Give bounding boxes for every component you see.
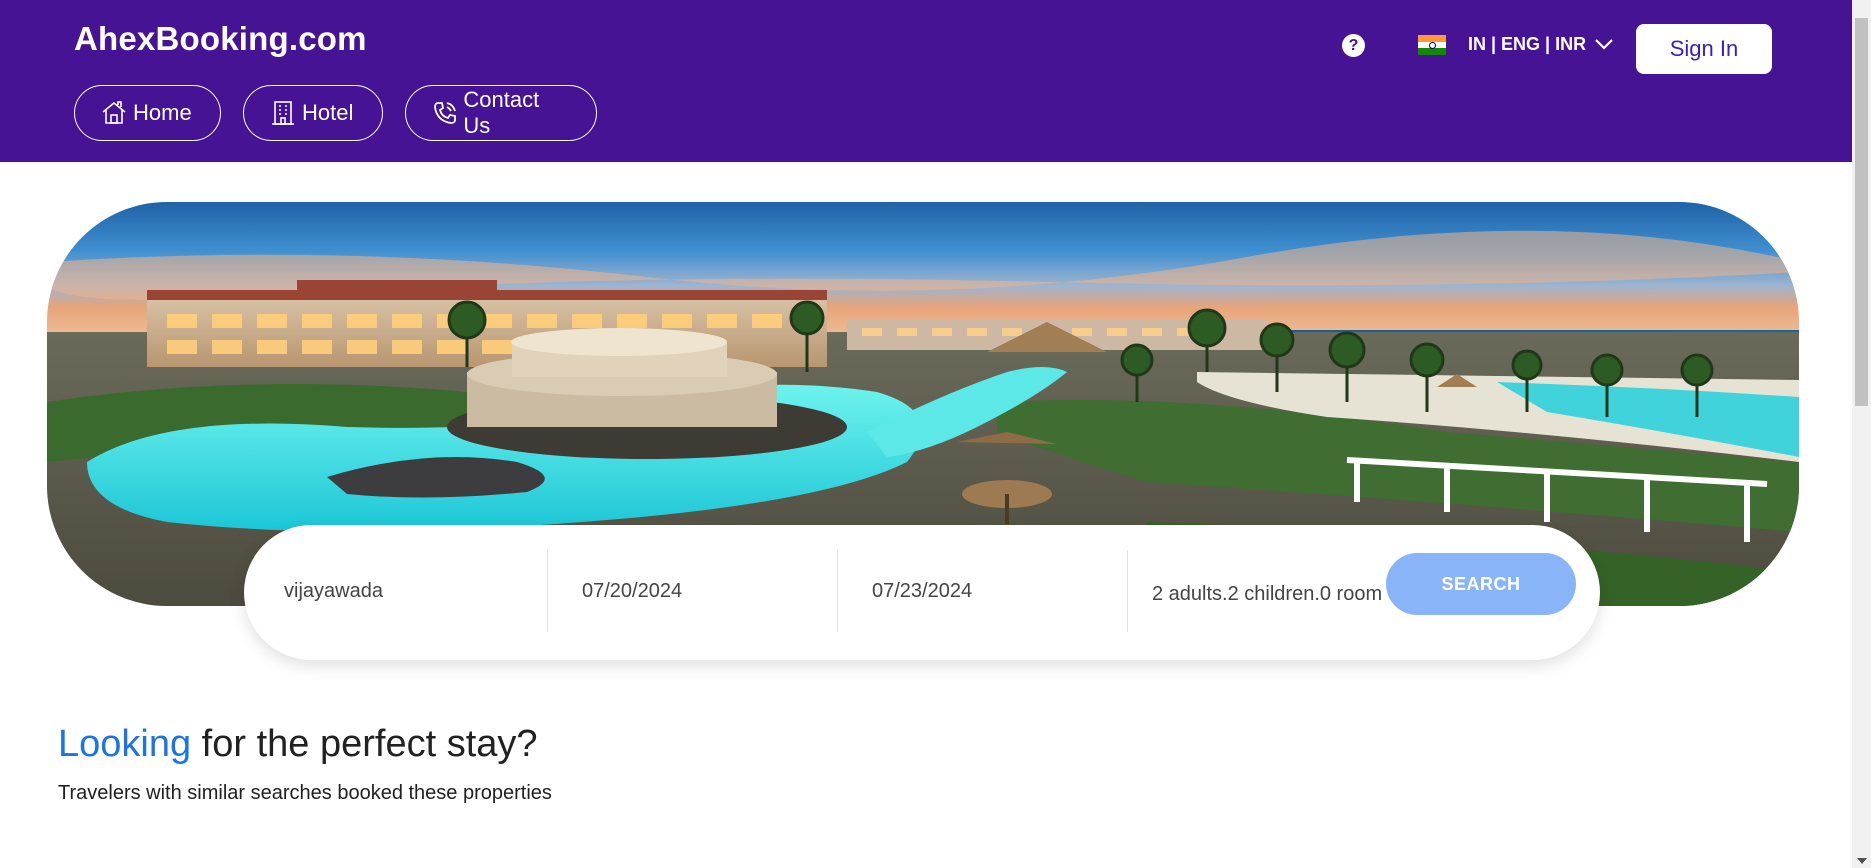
nav-hotel-label: Hotel bbox=[302, 100, 354, 125]
page-scrollbar[interactable] bbox=[1852, 0, 1871, 868]
check-in-date-input[interactable]: 07/20/2024 bbox=[548, 550, 838, 632]
scroll-down-arrow-icon[interactable] bbox=[1857, 858, 1867, 864]
home-icon bbox=[99, 98, 129, 128]
guests-label: 2 adults.2 children.0 room bbox=[1152, 582, 1383, 605]
sign-in-button[interactable]: Sign In bbox=[1636, 24, 1772, 74]
phone-icon bbox=[430, 98, 459, 128]
help-icon[interactable]: ? bbox=[1342, 34, 1365, 57]
india-flag-icon bbox=[1418, 35, 1446, 56]
top-header: AhexBooking.com Home Hotel Contact Us ? … bbox=[0, 0, 1852, 162]
scrollbar-thumb[interactable] bbox=[1855, 18, 1868, 406]
chevron-down-icon bbox=[1594, 34, 1614, 55]
section-title-accent: Looking bbox=[58, 723, 192, 765]
building-icon bbox=[268, 98, 298, 128]
nav-hotel-button[interactable]: Hotel bbox=[243, 85, 383, 141]
nav-home-button[interactable]: Home bbox=[74, 85, 221, 141]
guests-selector[interactable]: 2 adults.2 children.0 room bbox=[1128, 550, 1428, 632]
locale-selector[interactable]: IN | ENG | INR bbox=[1468, 34, 1614, 55]
main-nav: Home Hotel Contact Us bbox=[74, 85, 597, 141]
nav-home-label: Home bbox=[133, 100, 192, 125]
nav-contact-button[interactable]: Contact Us bbox=[405, 85, 597, 141]
section-title: Looking for the perfect stay? bbox=[58, 723, 538, 766]
search-button[interactable]: SEARCH bbox=[1386, 553, 1576, 615]
section-subtitle: Travelers with similar searches booked t… bbox=[58, 782, 552, 804]
search-bar: vijayawada 07/20/2024 07/23/2024 2 adult… bbox=[244, 525, 1600, 660]
destination-input[interactable]: vijayawada bbox=[284, 550, 548, 632]
nav-contact-label: Contact Us bbox=[463, 87, 540, 138]
section-title-rest: for the perfect stay? bbox=[191, 723, 538, 765]
locale-label: IN | ENG | INR bbox=[1468, 34, 1587, 54]
brand-logo[interactable]: AhexBooking.com bbox=[74, 20, 367, 58]
check-out-date-input[interactable]: 07/23/2024 bbox=[838, 550, 1128, 632]
